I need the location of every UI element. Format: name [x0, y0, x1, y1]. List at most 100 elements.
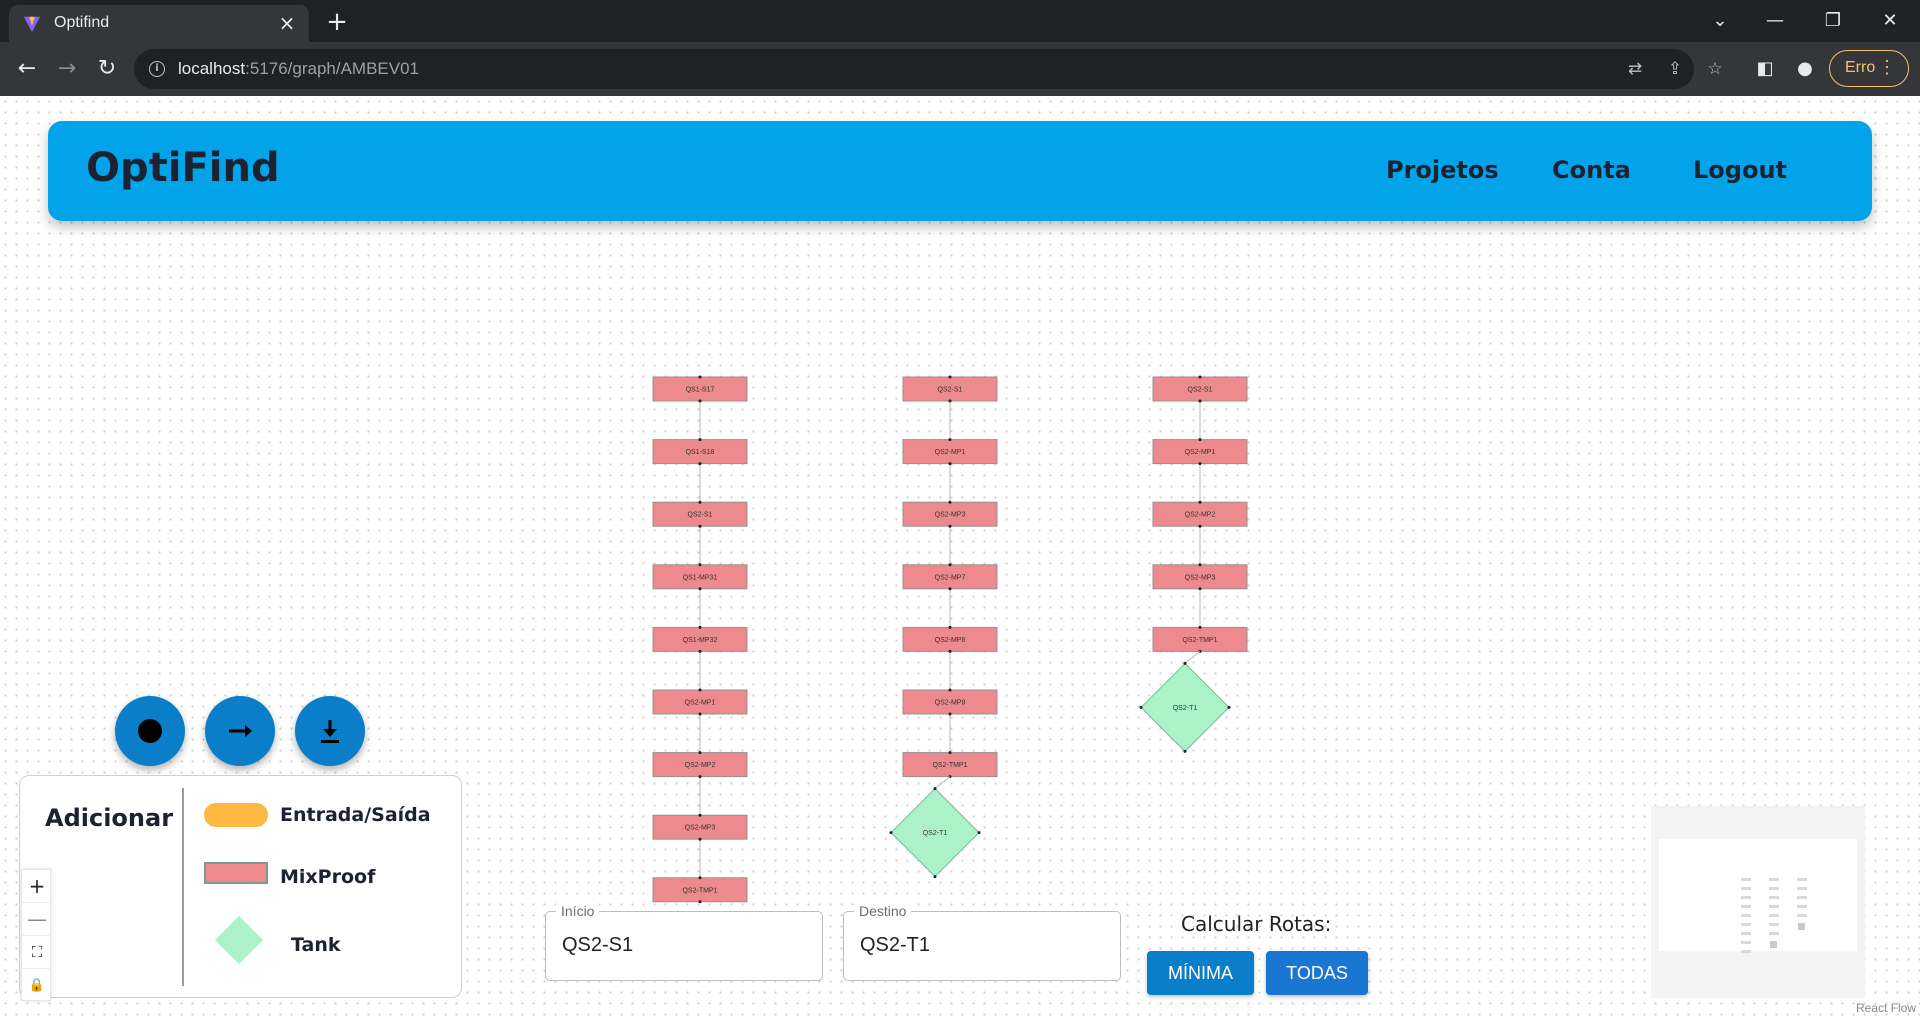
tab-search-chevron-icon[interactable]: ⌄	[1700, 6, 1740, 36]
node-handle[interactable]	[698, 813, 702, 817]
restore-icon[interactable]: ❐	[1813, 6, 1853, 36]
node-handle[interactable]	[948, 399, 952, 403]
node-handle[interactable]	[698, 563, 702, 567]
forward-icon[interactable]: →	[52, 54, 82, 84]
node-handle[interactable]	[1198, 625, 1202, 629]
destination-input[interactable]	[860, 934, 1100, 957]
node-handle[interactable]	[698, 524, 702, 528]
node-handle[interactable]	[698, 837, 702, 841]
node-handle[interactable]	[948, 751, 952, 755]
site-info-icon[interactable]: i	[149, 61, 165, 77]
node-handle[interactable]	[698, 876, 702, 880]
node-handle[interactable]	[948, 625, 952, 629]
node-handle[interactable]	[1198, 587, 1202, 591]
node-handle[interactable]	[1198, 500, 1202, 504]
address-bar[interactable]: i localhost:5176/graph/AMBEV01 ⇄ ⇪ ☆	[134, 49, 1723, 89]
mixproof-node[interactable]: QS2-MP1	[1152, 438, 1248, 466]
mixproof-node[interactable]: QS2-MP3	[652, 813, 748, 841]
download-button[interactable]	[295, 696, 365, 766]
destination-field[interactable]: Destino	[843, 903, 1121, 981]
node-handle[interactable]	[698, 712, 702, 716]
node-handle[interactable]	[1198, 462, 1202, 466]
node-handle[interactable]	[698, 462, 702, 466]
tab-close-icon[interactable]: ×	[275, 11, 299, 35]
lock-icon[interactable]: 🔒	[22, 969, 52, 1002]
tank-node[interactable]: QS2-T1	[1139, 661, 1231, 753]
node-handle[interactable]	[948, 712, 952, 716]
mixproof-node[interactable]: QS1-MP32	[652, 625, 748, 653]
mixproof-node[interactable]: QS2-MP2	[652, 751, 748, 779]
mixproof-node[interactable]: QS2-MP3	[1152, 563, 1248, 591]
profile-error-button[interactable]: Erro ⋮	[1829, 50, 1909, 87]
node-handle[interactable]	[977, 831, 981, 835]
mixproof-swatch[interactable]	[204, 862, 268, 884]
node-handle[interactable]	[889, 831, 893, 835]
mixproof-node[interactable]: QS2-MP7	[902, 563, 998, 591]
mixproof-node[interactable]: QS1-S17	[652, 375, 748, 403]
profile-icon[interactable]: ●	[1791, 55, 1819, 83]
reload-icon[interactable]: ↻	[92, 54, 122, 84]
node-handle[interactable]	[698, 375, 702, 379]
nav-conta[interactable]: Conta	[1552, 156, 1631, 184]
node-handle[interactable]	[698, 399, 702, 403]
flow-edge[interactable]	[934, 776, 951, 789]
node-handle[interactable]	[1198, 563, 1202, 567]
mixproof-node[interactable]: QS2-MP1	[652, 688, 748, 716]
translate-icon[interactable]: ⇄	[1624, 58, 1646, 80]
add-edge-button[interactable]	[205, 696, 275, 766]
node-handle[interactable]	[698, 625, 702, 629]
zoom-out-icon[interactable]: —	[22, 903, 52, 936]
browser-tab[interactable]: Optifind ×	[9, 5, 309, 42]
node-handle[interactable]	[948, 375, 952, 379]
node-handle[interactable]	[948, 438, 952, 442]
fit-view-icon[interactable]: ⛶	[22, 936, 52, 969]
node-handle[interactable]	[698, 900, 702, 904]
mixproof-node[interactable]: QS2-MP3	[902, 500, 998, 528]
back-icon[interactable]: ←	[12, 54, 42, 84]
mixproof-node[interactable]: QS2-TMP1	[652, 876, 748, 904]
node-handle[interactable]	[948, 524, 952, 528]
node-handle[interactable]	[948, 462, 952, 466]
node-handle[interactable]	[1198, 399, 1202, 403]
all-routes-button[interactable]: TODAS	[1266, 951, 1368, 995]
node-handle[interactable]	[698, 649, 702, 653]
mixproof-node[interactable]: QS2-MP2	[1152, 500, 1248, 528]
react-flow-attribution[interactable]: React Flow	[1856, 1001, 1916, 1015]
node-handle[interactable]	[948, 587, 952, 591]
side-panel-icon[interactable]: ◧	[1751, 55, 1779, 83]
minimize-icon[interactable]: —	[1755, 6, 1795, 36]
mixproof-node[interactable]: QS2-TMP1	[902, 751, 998, 779]
add-node-button[interactable]	[115, 696, 185, 766]
mixproof-node[interactable]: QS1-S18	[652, 438, 748, 466]
node-handle[interactable]	[1183, 661, 1187, 665]
mixproof-node[interactable]: QS2-TMP1	[1152, 625, 1248, 653]
min-route-button[interactable]: MÍNIMA	[1147, 951, 1254, 995]
brand-logo[interactable]: OptiFind	[86, 145, 280, 191]
node-handle[interactable]	[698, 688, 702, 692]
mixproof-node[interactable]: QS2-MP9	[902, 688, 998, 716]
node-handle[interactable]	[698, 751, 702, 755]
node-handle[interactable]	[1227, 705, 1231, 709]
node-handle[interactable]	[698, 438, 702, 442]
new-tab-icon[interactable]: +	[322, 8, 352, 38]
node-handle[interactable]	[948, 563, 952, 567]
mixproof-node[interactable]: QS2-S1	[902, 375, 998, 403]
mixproof-node[interactable]: QS2-S1	[652, 500, 748, 528]
node-handle[interactable]	[698, 587, 702, 591]
start-field[interactable]: Início	[545, 903, 823, 981]
mixproof-node[interactable]: QS2-MP8	[902, 625, 998, 653]
start-input[interactable]	[562, 934, 802, 957]
tank-node[interactable]: QS2-T1	[889, 787, 981, 879]
node-handle[interactable]	[933, 787, 937, 791]
mixproof-node[interactable]: QS1-MP31	[652, 563, 748, 591]
tank-swatch[interactable]	[214, 915, 264, 965]
node-handle[interactable]	[948, 500, 952, 504]
nav-projetos[interactable]: Projetos	[1386, 156, 1499, 184]
node-handle[interactable]	[1198, 438, 1202, 442]
share-icon[interactable]: ⇪	[1664, 58, 1686, 80]
close-window-icon[interactable]: ✕	[1870, 6, 1910, 36]
node-handle[interactable]	[933, 875, 937, 879]
node-handle[interactable]	[1139, 705, 1143, 709]
mixproof-node[interactable]: QS2-MP1	[902, 438, 998, 466]
nav-logout[interactable]: Logout	[1693, 156, 1787, 184]
